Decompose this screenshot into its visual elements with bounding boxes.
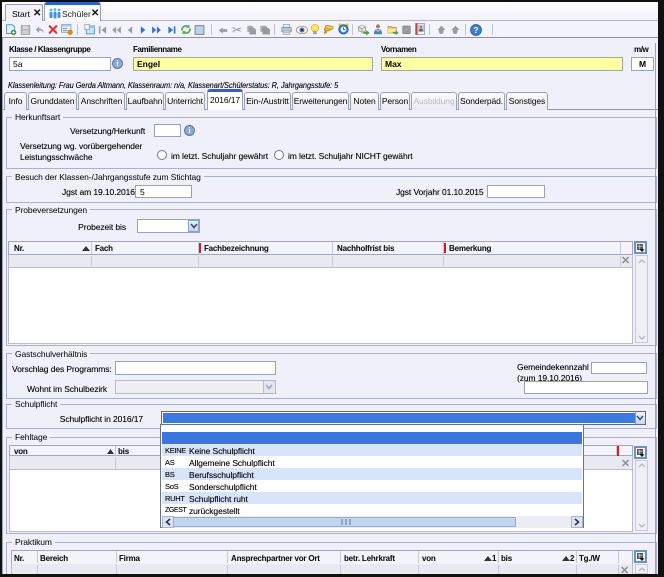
svg-text:?: ? (474, 26, 479, 35)
